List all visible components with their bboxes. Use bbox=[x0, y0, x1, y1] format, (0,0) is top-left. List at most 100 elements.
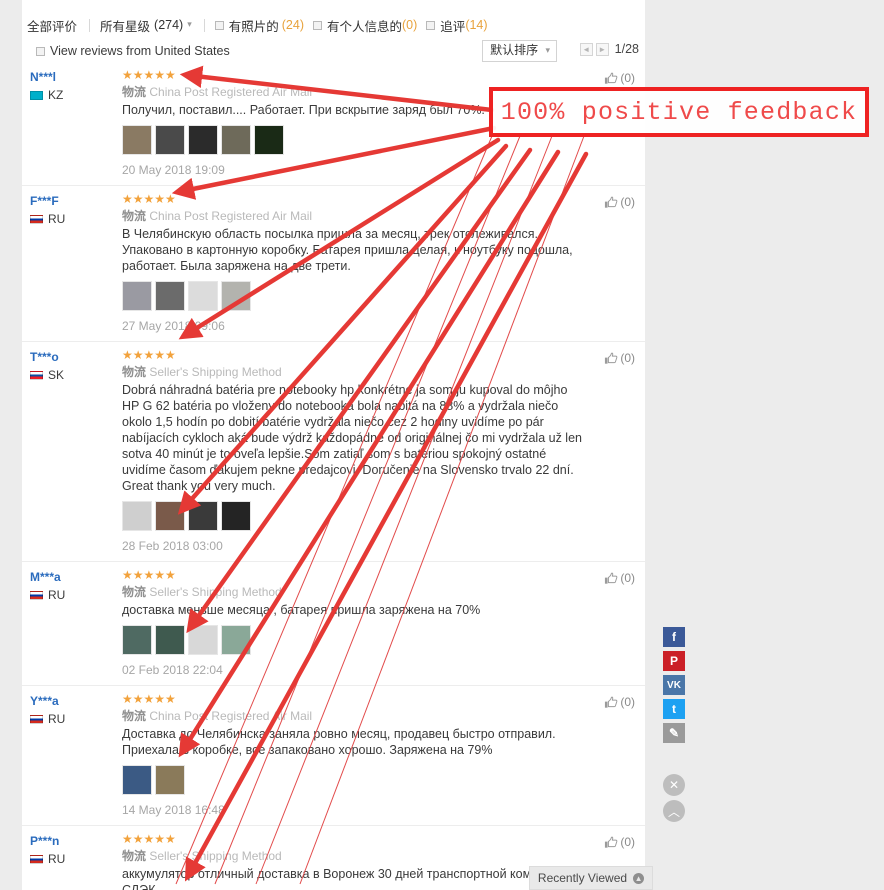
filter-follow-up[interactable]: 追评 (14) bbox=[426, 16, 488, 35]
filter-all-stars-label: 所有星级 bbox=[100, 19, 151, 34]
edit-icon[interactable]: ✎ bbox=[663, 723, 685, 743]
shipping-tag: 物流 bbox=[122, 849, 147, 863]
filter-with-photos[interactable]: 有照片的 (24) bbox=[214, 16, 304, 35]
review-author: F***F RU bbox=[30, 194, 122, 226]
country-code: RU bbox=[48, 852, 66, 866]
review-text: В Челябинскую область посылка пришла за … bbox=[122, 227, 573, 273]
review-author-name[interactable]: P***n bbox=[30, 834, 122, 848]
review-author-name[interactable]: N***l bbox=[30, 70, 122, 84]
helpful-vote[interactable]: (0) bbox=[604, 71, 635, 85]
filter-all-reviews[interactable]: 全部评价 bbox=[27, 16, 77, 35]
review-author-name[interactable]: Y***a bbox=[30, 694, 122, 708]
review-text: Dobrá náhradná batéria pre notebooky hp … bbox=[122, 383, 582, 493]
review-item: F***F RU ★★★★★ 物流 China Post Registered … bbox=[22, 185, 645, 341]
sort-dropdown[interactable]: 默认排序 ▾ bbox=[482, 40, 557, 62]
left-gutter bbox=[0, 0, 22, 890]
review-photo-thumbnail[interactable] bbox=[221, 501, 251, 531]
helpful-vote[interactable]: (0) bbox=[604, 695, 635, 709]
annotation-callout-box: 100% positive feedback bbox=[489, 87, 869, 137]
country-code: RU bbox=[48, 212, 66, 226]
filter-all-stars[interactable]: 所有星级 (274) ▾ bbox=[100, 16, 192, 35]
shipping-method: China Post Registered Air Mail bbox=[149, 209, 313, 223]
review-author-name[interactable]: T***o bbox=[30, 350, 122, 364]
helpful-vote[interactable]: (0) bbox=[604, 195, 635, 209]
page-indicator: 1/28 bbox=[614, 42, 639, 56]
checkbox-icon[interactable] bbox=[313, 20, 322, 30]
view-us-reviews-toggle[interactable]: View reviews from United States bbox=[36, 44, 230, 58]
facebook-icon[interactable]: f bbox=[663, 627, 685, 647]
scroll-to-top-icon[interactable]: ︿ bbox=[663, 800, 685, 822]
review-text: доставка меньше месяца , батарея пришла … bbox=[122, 603, 481, 617]
review-photo-thumbnail[interactable] bbox=[188, 281, 218, 311]
helpful-count: (0) bbox=[620, 351, 635, 365]
review-photo-thumbnail[interactable] bbox=[221, 625, 251, 655]
close-icon[interactable]: ✕ bbox=[663, 774, 685, 796]
checkbox-icon[interactable] bbox=[426, 20, 436, 30]
review-author-name[interactable]: M***a bbox=[30, 570, 122, 584]
shipping-method: Seller's Shipping Method bbox=[149, 585, 282, 599]
review-photo-thumbnail[interactable] bbox=[122, 501, 152, 531]
next-page-button[interactable]: ► bbox=[595, 42, 609, 56]
helpful-vote[interactable]: (0) bbox=[604, 835, 635, 849]
review-date: 27 May 2018 09:06 bbox=[122, 319, 225, 333]
thumbs-up-icon[interactable] bbox=[604, 72, 618, 85]
chevron-down-icon: ▾ bbox=[545, 45, 550, 55]
review-author: N***l KZ bbox=[30, 70, 122, 102]
review-photo-thumbnail[interactable] bbox=[155, 625, 185, 655]
filter-with-photos-count: (24) bbox=[281, 18, 304, 32]
review-photos bbox=[122, 281, 585, 311]
review-photo-thumbnail[interactable] bbox=[221, 125, 251, 155]
country-flag-icon bbox=[30, 590, 43, 600]
review-photo-thumbnail[interactable] bbox=[122, 765, 152, 795]
star-rating: ★★★★★ bbox=[122, 692, 176, 706]
review-body: ★★★★★ 物流 China Post Registered Air Mail … bbox=[122, 692, 645, 817]
recently-viewed-bar[interactable]: Recently Viewed ▲ bbox=[529, 866, 653, 890]
helpful-vote[interactable]: (0) bbox=[604, 351, 635, 365]
review-photo-thumbnail[interactable] bbox=[122, 125, 152, 155]
shipping-tag: 物流 bbox=[122, 585, 147, 599]
view-us-reviews-label: View reviews from United States bbox=[50, 44, 230, 58]
review-shipping: 物流 Seller's Shipping Method bbox=[122, 848, 585, 864]
thumbs-up-icon[interactable] bbox=[604, 572, 618, 585]
filter-follow-up-count: (14) bbox=[465, 18, 488, 32]
shipping-tag: 物流 bbox=[122, 85, 147, 99]
prev-page-button[interactable]: ◄ bbox=[579, 42, 593, 56]
review-text: Доставка до Челябинска заняла ровно меся… bbox=[122, 727, 556, 757]
review-photo-thumbnail[interactable] bbox=[122, 625, 152, 655]
helpful-count: (0) bbox=[620, 571, 635, 585]
vk-icon[interactable]: VK bbox=[663, 675, 685, 695]
shipping-tag: 物流 bbox=[122, 209, 147, 223]
review-photo-thumbnail[interactable] bbox=[155, 281, 185, 311]
review-photo-thumbnail[interactable] bbox=[188, 501, 218, 531]
filter-with-photos-label: 有照片的 bbox=[228, 19, 279, 34]
review-photo-thumbnail[interactable] bbox=[155, 765, 185, 795]
review-author-country: RU bbox=[30, 712, 122, 726]
review-item: T***o SK ★★★★★ 物流 Seller's Shipping Meth… bbox=[22, 341, 645, 561]
review-photo-thumbnail[interactable] bbox=[254, 125, 284, 155]
review-photo-thumbnail[interactable] bbox=[155, 501, 185, 531]
helpful-vote[interactable]: (0) bbox=[604, 571, 635, 585]
twitter-icon[interactable]: t bbox=[663, 699, 685, 719]
review-photo-thumbnail[interactable] bbox=[155, 125, 185, 155]
review-shipping: 物流 Seller's Shipping Method bbox=[122, 364, 585, 380]
annotation-label: 100% positive feedback bbox=[500, 97, 858, 127]
review-author-name[interactable]: F***F bbox=[30, 194, 122, 208]
country-code: RU bbox=[48, 712, 66, 726]
review-photo-thumbnail[interactable] bbox=[221, 281, 251, 311]
thumbs-up-icon[interactable] bbox=[604, 696, 618, 709]
shipping-tag: 物流 bbox=[122, 365, 147, 379]
pinterest-icon[interactable]: P bbox=[663, 651, 685, 671]
checkbox-icon[interactable] bbox=[214, 20, 224, 30]
star-rating: ★★★★★ bbox=[122, 192, 176, 206]
review-photo-thumbnail[interactable] bbox=[188, 625, 218, 655]
review-shipping: 物流 Seller's Shipping Method bbox=[122, 584, 585, 600]
review-photo-thumbnail[interactable] bbox=[188, 125, 218, 155]
chevron-up-icon[interactable]: ▲ bbox=[633, 872, 645, 884]
thumbs-up-icon[interactable] bbox=[604, 196, 618, 209]
helpful-count: (0) bbox=[620, 695, 635, 709]
filter-personal-info[interactable]: 有个人信息的 (0) bbox=[313, 16, 417, 35]
thumbs-up-icon[interactable] bbox=[604, 352, 618, 365]
review-photo-thumbnail[interactable] bbox=[122, 281, 152, 311]
thumbs-up-icon[interactable] bbox=[604, 836, 618, 849]
checkbox-icon[interactable] bbox=[36, 46, 45, 56]
